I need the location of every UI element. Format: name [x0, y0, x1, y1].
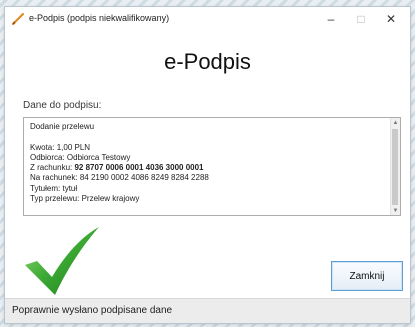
pen-icon [12, 13, 24, 25]
detail-label: Tytułem: [30, 183, 61, 193]
checkmark-icon [25, 227, 99, 295]
detail-value: Przelew krajowy [81, 194, 140, 204]
window-title: e-Podpis (podpis niekwalifikowany) [29, 13, 170, 23]
detail-row-to-account: Na rachunek: 84 2190 0002 4086 8249 8284… [30, 173, 209, 183]
signature-data-content: Dodanie przelewu Kwota: 1,00 PLN Odbiorc… [30, 122, 209, 204]
detail-value: Odbiorca Testowy [66, 152, 131, 162]
detail-value: 1,00 PLN [56, 142, 91, 152]
detail-label: Typ przelewu: [30, 194, 80, 204]
close-window-button[interactable]: ✕ [376, 9, 406, 29]
detail-row-from-account: Z rachunku: 92 8707 0006 0001 4036 3000 … [30, 163, 209, 173]
detail-value: tytuł [62, 183, 78, 193]
scroll-down-arrow-icon[interactable]: ▼ [391, 206, 400, 215]
scroll-thumb[interactable] [392, 129, 398, 205]
close-button[interactable]: Zamknij [331, 261, 403, 291]
scroll-up-arrow-icon[interactable]: ▲ [391, 118, 400, 127]
detail-value: 92 8707 0006 0001 4036 3000 0001 [74, 163, 204, 173]
detail-label: Kwota: [30, 142, 55, 152]
status-bar: Poprawnie wysłano podpisane dane [5, 298, 410, 323]
transfer-type-heading: Dodanie przelewu [30, 122, 95, 131]
status-text: Poprawnie wysłano podpisane dane [12, 305, 173, 316]
section-label: Dane do podpisu: [23, 100, 102, 111]
minimize-button[interactable]: – [316, 9, 346, 29]
detail-row-amount: Kwota: 1,00 PLN [30, 143, 209, 153]
title-bar[interactable]: e-Podpis (podpis niekwalifikowany) – □ ✕ [5, 7, 410, 31]
signature-data-box[interactable]: Dodanie przelewu Kwota: 1,00 PLN Odbiorc… [23, 117, 401, 216]
maximize-button[interactable]: □ [346, 9, 376, 29]
detail-label: Na rachunek: [30, 173, 78, 183]
app-title: e-Podpis [164, 49, 251, 74]
detail-label: Z rachunku: [30, 163, 73, 173]
detail-row-transfer-type: Typ przelewu: Przelew krajowy [30, 194, 209, 204]
detail-row-title: Tytułem: tytuł [30, 184, 209, 194]
signature-window: e-Podpis (podpis niekwalifikowany) – □ ✕… [4, 6, 411, 324]
detail-value: 84 2190 0002 4086 8249 8284 2288 [79, 173, 209, 183]
spacer-row [30, 132, 209, 142]
detail-row-recipient: Odbiorca: Odbiorca Testowy [30, 153, 209, 163]
vertical-scrollbar[interactable]: ▲ ▼ [390, 118, 400, 215]
detail-label: Odbiorca: [30, 152, 65, 162]
